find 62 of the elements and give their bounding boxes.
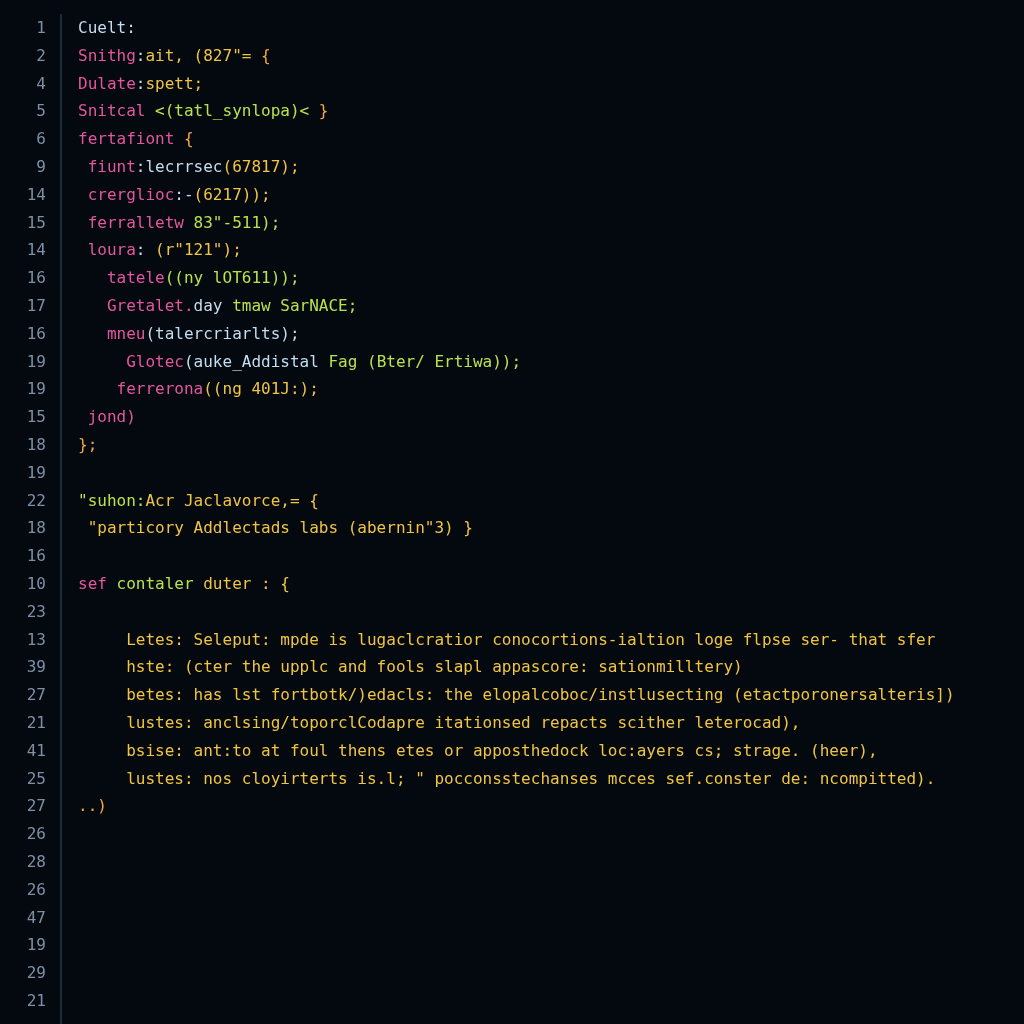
code-line: betes: has lst fortbotk/)edacls: the elopalcoboc/instlusecting (etactporonersalteris]) [125,684,955,707]
line-number: 18 [26,517,46,540]
line-number: 19 [26,934,46,957]
line-number: 4 [36,72,46,95]
code-line: Snithg:ait, (827"= { [78,44,271,67]
code-line: crerglioc:-(6217)); [86,183,271,206]
code-line: hste: (cter the upplc and fools slapl appascore: sationmilltery) [125,656,743,679]
line-number: 29 [26,962,46,985]
line-number: 16 [26,322,46,345]
line-number: 16 [26,267,46,290]
line-number: 21 [26,711,46,734]
line-number: 18 [26,433,46,456]
code-line: Cuelt: [78,17,136,39]
code-line: fiunt:lecrrsec(67817); [86,156,300,178]
code-line: ferrerona((ng 401J:); [115,378,319,401]
line-number: 21 [26,989,46,1012]
line-number: 9 [36,156,46,178]
line-number: 14 [26,239,46,262]
line-number: 13 [26,628,46,651]
line-number: 2 [36,44,46,67]
line-number: 26 [26,823,46,846]
line-number: 47 [26,906,46,929]
code-line: Gretalet.day tmaw SarNACE; [105,294,358,317]
line-number: 19 [26,461,46,484]
code-line: Glotec(auke_Addistal Fag (Bter/ Ertiwa)); [125,350,522,373]
code-line: bsise: ant:to at foul thens etes or apposthedock loc:ayers cs; strage. (heer), [125,739,878,762]
code-line: "suhon:Acr Jaclavorce,= { [78,489,319,512]
line-number: 14 [26,183,46,206]
line-number: 41 [26,739,46,762]
code-line: lustes: nos cloyirterts is.l; " pocconsstechanses mcces sef.conster de: ncompitted). [125,767,936,790]
line-number: 6 [36,128,46,151]
line-number: 16 [26,545,46,568]
code-line: tatele((ny lOT611)); [105,267,300,290]
line-number: 1 [36,17,46,39]
code-line: lustes: anclsing/toporclCodapre itationsed repacts scither leterocad), [125,711,801,734]
code-line: Snitcal <(tatl_synlopa)< } [78,100,329,123]
line-number: 17 [26,294,46,317]
line-number: 25 [26,767,46,790]
code-line: }; [78,433,98,456]
line-number: 28 [26,850,46,873]
line-number: 26 [26,878,46,901]
line-number: 15 [26,211,46,234]
line-number: 22 [26,489,46,512]
code-line: "particory Addlectads labs (abernin"3) } [86,517,473,540]
code-line: jond) [86,406,136,429]
line-number: 27 [26,684,46,707]
line-number: 23 [26,600,46,623]
code-line: loura: (r"121"); [86,239,242,262]
code-line: mneu(talercriarlts); [105,322,300,345]
code-line: Letes: Seleput: mpde is lugaclcratior conocortions-ialtion loge flpse ser- that sfer [125,628,936,651]
line-number: 19 [26,350,46,373]
line-number: 27 [26,795,46,818]
line-number: 5 [36,100,46,123]
line-number: 10 [26,572,46,595]
line-number: 15 [26,406,46,429]
code-line: ferralletw 83"-511); [86,211,281,234]
line-number: 19 [26,378,46,401]
code-line: fertafiont { [78,128,194,151]
code-line: ..) [78,795,107,818]
line-number: 39 [26,656,46,679]
code-line: Dulate:spett; [78,72,204,95]
code-line: sef contaler duter : { [78,572,290,595]
